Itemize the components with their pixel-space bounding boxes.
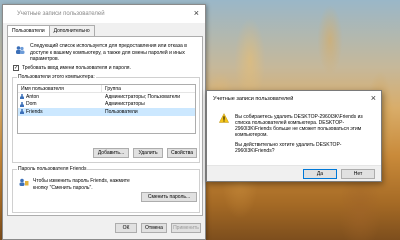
user-group: Пользователи [105,108,138,115]
properties-button[interactable]: Свойства [167,148,197,158]
column-header-name[interactable]: Имя пользователя [18,85,102,92]
require-login-checkbox[interactable]: ✓ [13,65,19,71]
user-group: Администраторы; Пользователи [105,93,181,100]
no-button[interactable]: Нет [341,169,375,179]
window-title: Учетные записи пользователей [17,11,105,17]
list-item[interactable]: Friends Пользователи [18,108,195,116]
list-header: Имя пользователя Группа [18,85,195,93]
user-icon [20,94,24,100]
title-bar[interactable]: Учетные записи пользователей × [3,5,205,23]
users-group: Пользователи этого компьютера: Имя польз… [12,74,200,163]
password-group-label: Пароль пользователя Friends [17,166,88,172]
remove-user-button[interactable]: Удалить [133,148,163,158]
dialog-title: Учетные записи пользователей [213,96,294,102]
column-header-group[interactable]: Группа [102,85,124,92]
list-item[interactable]: Dom Администраторы [18,101,195,109]
cancel-button[interactable]: Отмена [141,223,167,233]
close-icon[interactable]: × [194,9,199,18]
password-group: Пароль пользователя Friends Чтобы измени… [12,166,200,213]
close-icon[interactable]: × [371,94,376,103]
tab-advanced[interactable]: Дополнительно [48,25,95,36]
user-icon [20,101,24,107]
confirm-delete-dialog: Учетные записи пользователей × Вы собира… [206,90,382,182]
users-tab-panel: Следующий список используется для предос… [7,36,203,216]
user-password-icon [19,178,29,186]
warning-icon [219,113,229,123]
add-user-button[interactable]: Добавить... [93,148,129,158]
user-group: Администраторы [105,101,145,108]
user-name: Anton [26,93,40,100]
require-login-label: Требовать ввод имени пользователя и паро… [22,65,131,71]
ok-button[interactable]: ОК [115,223,137,233]
user-accounts-window: Учетные записи пользователей × Пользоват… [2,4,206,240]
users-icon [16,46,25,54]
password-hint: Чтобы изменить пароль Friends, нажмите к… [33,178,130,191]
intro-text: Следующий список используется для предос… [30,43,187,62]
user-name: Dom [26,101,37,108]
user-icon [20,109,24,115]
require-login-row: ✓ Требовать ввод имени пользователя и па… [13,65,131,71]
dialog-footer: Да Нет [207,165,381,181]
dialog-body: Вы собираетесь удалить DESKTOP-2960I3K\F… [235,114,375,154]
users-group-label: Пользователи этого компьютера: [17,74,96,80]
apply-button[interactable]: Применить [171,223,201,233]
users-list[interactable]: Имя пользователя Группа Anton Администра… [17,84,196,134]
tab-strip: Пользователи Дополнительно [7,25,95,37]
dialog-message: Вы собираетесь удалить DESKTOP-2960I3K\F… [235,114,363,138]
yes-button[interactable]: Да [303,169,337,179]
dialog-question: Вы действительно хотите удалить DESKTOP-… [235,142,342,154]
user-name: Friends [26,108,43,115]
list-item[interactable]: Anton Администраторы; Пользователи [18,93,195,101]
change-password-button[interactable]: Сменить пароль... [141,192,197,202]
